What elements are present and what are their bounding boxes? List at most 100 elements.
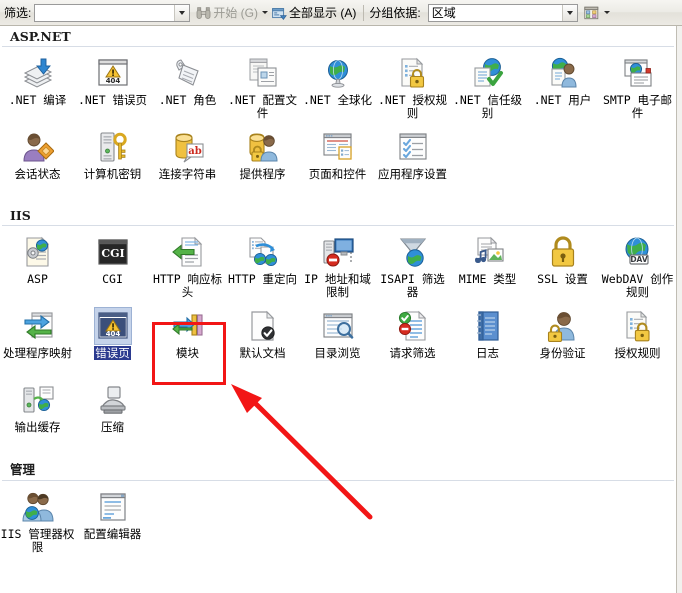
feature-item[interactable]: .NET 用户 (525, 53, 600, 127)
feature-item[interactable]: .NET 编译 (0, 53, 75, 127)
session-state-icon (20, 129, 56, 165)
feature-item[interactable]: 计算机密钥 (75, 127, 150, 201)
feature-item[interactable]: 压缩 (75, 380, 150, 454)
svg-text:404: 404 (105, 77, 120, 85)
feature-label: .NET 编译 (8, 93, 67, 107)
go-label: 开始 (G) (213, 6, 259, 20)
feature-item[interactable]: 页面和控件 (300, 127, 375, 201)
feature-label: 处理程序映射 (3, 346, 72, 360)
chevron-down-icon (603, 11, 610, 14)
feature-grid: ASP CGI CGI HTTP 响应标头 HTTP 重定向 IP 地址和域限制… (0, 226, 676, 454)
feature-label: 提供程序 (239, 167, 286, 181)
filter-label: 筛选: (4, 6, 32, 20)
chevron-down-icon (262, 11, 269, 14)
feature-item[interactable]: 处理程序映射 (0, 306, 75, 380)
svg-text:DAV: DAV (630, 255, 648, 264)
feature-item[interactable]: SMTP 电子邮件 (600, 53, 675, 127)
go-button[interactable]: 开始 (G) (194, 3, 260, 23)
filter-input[interactable] (35, 4, 175, 21)
feature-item[interactable]: .NET 全球化 (300, 53, 375, 127)
feature-item[interactable]: 404 .NET 错误页 (75, 53, 150, 127)
connection-strings-icon: ab (170, 129, 206, 165)
feature-item[interactable]: IIS 管理器权限 (0, 487, 75, 561)
net-globalization-icon (320, 55, 356, 91)
default-document-icon (245, 308, 281, 344)
feature-label: .NET 全球化 (302, 93, 373, 107)
feature-label: HTTP 重定向 (227, 272, 298, 286)
feature-item[interactable]: HTTP 重定向 (225, 232, 300, 306)
feature-label: 输出缓存 (14, 420, 61, 434)
feature-item[interactable]: DAV WebDAV 创作规则 (600, 232, 675, 306)
features-panel: ASP.NET .NET 编译 404 .NET 错误页 .NET 角色 .NE… (0, 26, 677, 593)
feature-item-error-pages[interactable]: 404 错误页 (75, 306, 150, 380)
feature-label: .NET 角色 (158, 93, 217, 107)
feature-item[interactable]: 默认文档 (225, 306, 300, 380)
feature-item[interactable]: 输出缓存 (0, 380, 75, 454)
mime-types-icon (470, 234, 506, 270)
feature-item[interactable]: 会话状态 (0, 127, 75, 201)
feature-label-text: 错误页 (94, 346, 131, 360)
configuration-editor-icon (95, 489, 131, 525)
application-settings-icon (395, 129, 431, 165)
feature-item[interactable]: 身份验证 (525, 306, 600, 380)
providers-icon (245, 129, 281, 165)
feature-item[interactable]: IP 地址和域限制 (300, 232, 375, 306)
group-by-dropdown-arrow[interactable] (561, 4, 577, 21)
feature-label: 应用程序设置 (378, 167, 447, 181)
feature-item[interactable]: MIME 类型 (450, 232, 525, 306)
feature-label: ASP (27, 272, 48, 286)
iis-manager-permissions-icon (20, 489, 56, 525)
group-management: 管理 IIS 管理器权限 配置编辑器 (0, 456, 676, 561)
feature-item[interactable]: 应用程序设置 (375, 127, 450, 201)
filter-combobox[interactable] (34, 3, 191, 22)
feature-label: 授权规则 (614, 346, 661, 360)
feature-label: 身份验证 (539, 346, 586, 360)
feature-item[interactable]: HTTP 响应标头 (150, 232, 225, 306)
feature-label: WebDAV 创作规则 (601, 272, 674, 299)
feature-item[interactable]: .NET 信任级别 (450, 53, 525, 127)
feature-label: HTTP 响应标头 (152, 272, 223, 299)
show-all-button[interactable]: 全部显示 (A) (270, 3, 358, 23)
feature-item[interactable]: ASP (0, 232, 75, 306)
group-title: ASP.NET (10, 29, 71, 44)
feature-item[interactable]: 配置编辑器 (75, 487, 150, 561)
feature-item[interactable]: .NET 授权规则 (375, 53, 450, 127)
go-dropdown-arrow[interactable] (260, 11, 270, 14)
group-by-input[interactable] (428, 4, 562, 21)
feature-item[interactable]: .NET 配置文件 (225, 53, 300, 127)
feature-label: ISAPI 筛选器 (380, 272, 445, 299)
feature-item[interactable]: ISAPI 筛选器 (375, 232, 450, 306)
webdav-authoring-rules-icon: DAV (620, 234, 656, 270)
ip-address-domain-restrictions-icon (320, 234, 356, 270)
feature-label: IIS 管理器权限 (0, 527, 75, 554)
feature-label: MIME 类型 (458, 272, 517, 286)
net-authorization-rules-icon (395, 55, 431, 91)
group-title: IIS (10, 208, 31, 223)
show-all-label: 全部显示 (A) (289, 6, 357, 20)
group-title: 管理 (10, 462, 36, 477)
feature-item[interactable]: 目录浏览 (300, 306, 375, 380)
feature-grid: IIS 管理器权限 配置编辑器 (0, 481, 676, 561)
group-aspnet: ASP.NET .NET 编译 404 .NET 错误页 .NET 角色 .NE… (0, 26, 676, 201)
feature-item[interactable]: 日志 (450, 306, 525, 380)
feature-item[interactable]: ab 连接字符串 (150, 127, 225, 201)
feature-item[interactable]: SSL 设置 (525, 232, 600, 306)
handler-mappings-icon (20, 308, 56, 344)
group-by-label: 分组依据: (369, 6, 421, 20)
feature-label: .NET 错误页 (77, 93, 148, 107)
filter-toolbar: 筛选: 开始 (G) 全部显示 (A) 分组依据: 区域 (0, 0, 682, 26)
group-by-combobox[interactable] (427, 3, 578, 22)
isapi-filters-icon (395, 234, 431, 270)
view-options-button[interactable] (582, 3, 612, 23)
feature-item[interactable]: 授权规则 (600, 306, 675, 380)
feature-item[interactable]: 模块 (150, 306, 225, 380)
feature-item[interactable]: .NET 角色 (150, 53, 225, 127)
view-options-icon (584, 6, 599, 20)
filter-dropdown-arrow[interactable] (174, 4, 190, 21)
feature-item[interactable]: 请求筛选 (375, 306, 450, 380)
feature-item[interactable]: CGI CGI (75, 232, 150, 306)
feature-label: IP 地址和域限制 (304, 272, 371, 299)
feature-item[interactable]: 提供程序 (225, 127, 300, 201)
feature-label: .NET 授权规则 (377, 93, 448, 120)
feature-label: 日志 (476, 346, 499, 360)
